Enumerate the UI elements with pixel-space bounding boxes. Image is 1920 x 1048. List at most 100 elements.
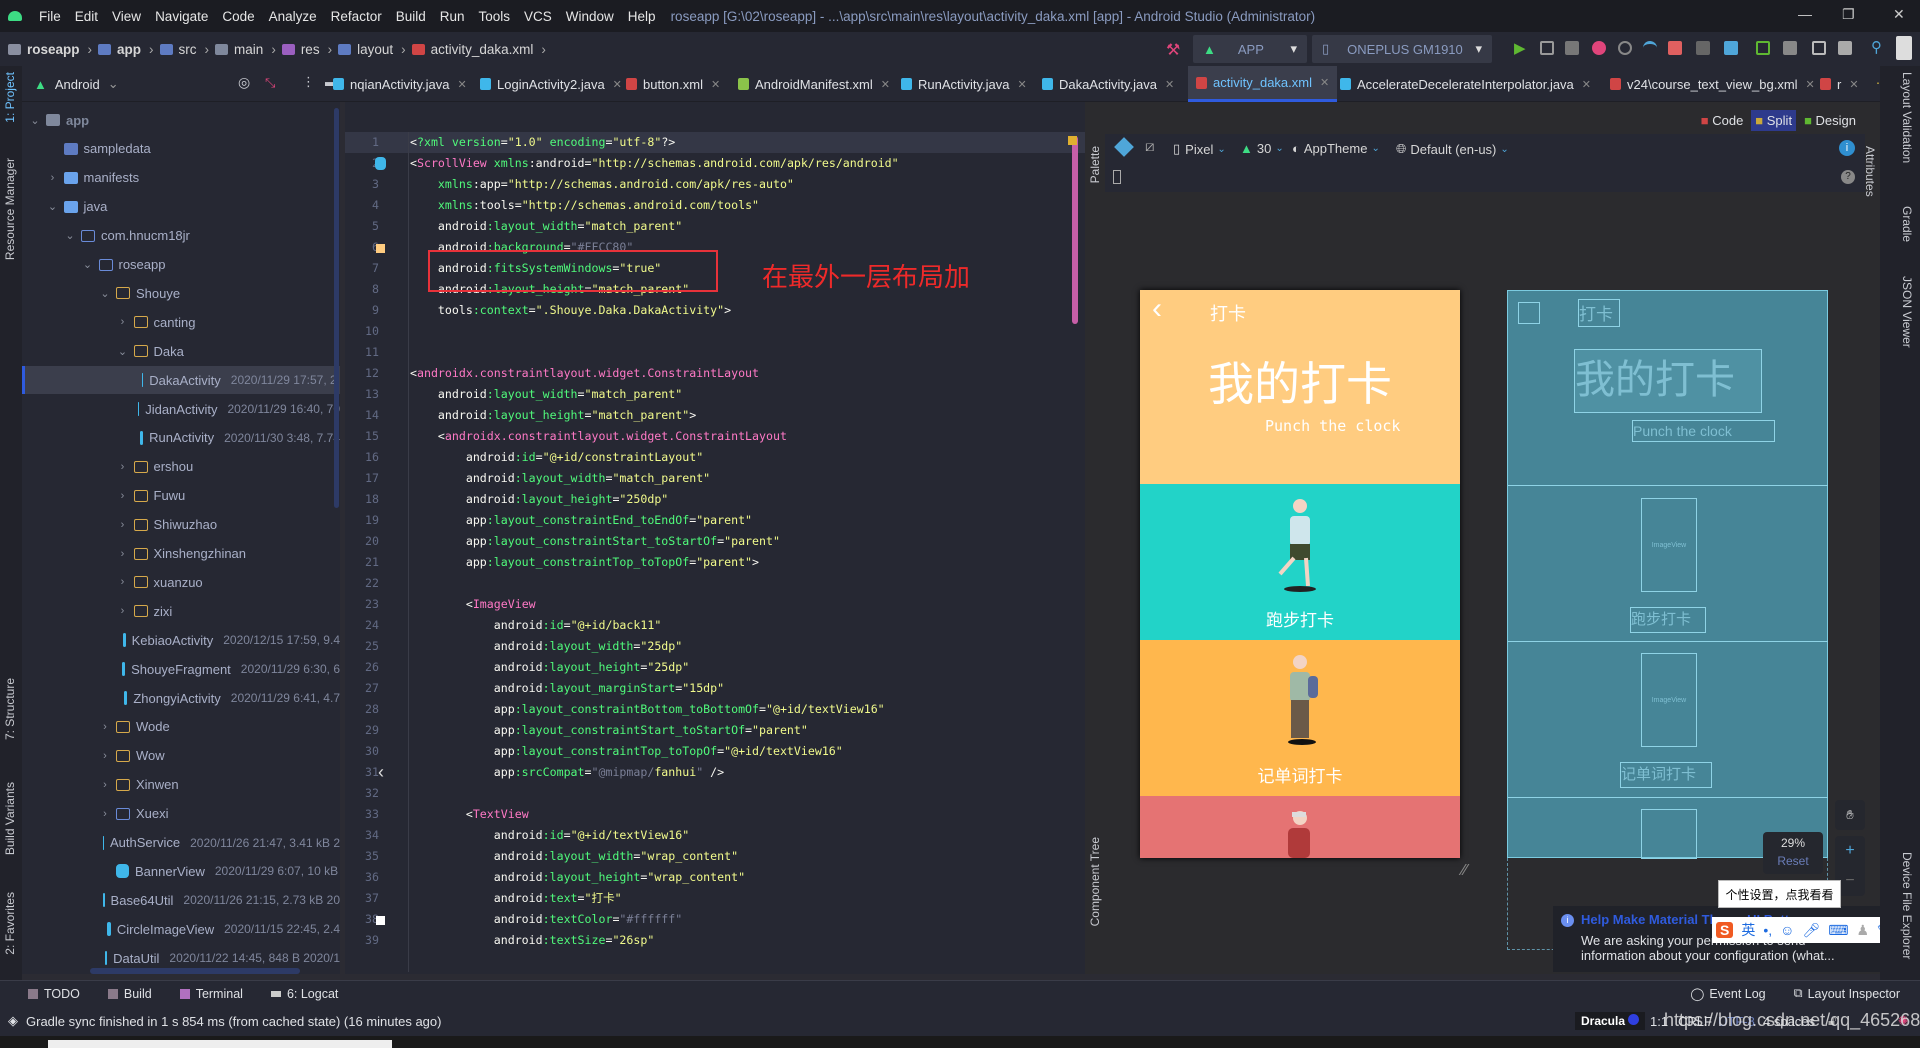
run-checkin-card[interactable]: 跑步打卡 — [1140, 484, 1460, 640]
info-icon[interactable]: i — [1839, 140, 1855, 156]
tab-close-icon[interactable]: ✕ — [1165, 78, 1174, 91]
tab-close-icon[interactable]: ✕ — [1320, 76, 1329, 89]
breadcrumb-item[interactable]: activity_daka.xml › — [411, 42, 546, 57]
menu-file[interactable]: File — [32, 9, 68, 24]
color-swatch-icon[interactable] — [376, 916, 385, 925]
debug-icon[interactable] — [1592, 41, 1606, 55]
search-icon[interactable]: ⚲ — [1871, 38, 1882, 56]
json-viewer-tool-button[interactable]: JSON Viewer — [1900, 276, 1914, 348]
tree-item[interactable]: ⌄ Daka — [22, 337, 340, 365]
tree-item[interactable]: sampledata — [22, 135, 340, 163]
tree-item[interactable]: › Xuexi — [22, 800, 340, 828]
device-select[interactable]: ▯ ONEPLUS GM1910 ▾ — [1312, 35, 1492, 63]
tree-item[interactable]: › ershou — [22, 453, 340, 481]
punctuation-icon[interactable]: •, — [1763, 922, 1772, 938]
palette-tool-button[interactable]: Palette — [1088, 146, 1102, 183]
tree-item[interactable]: › Xinwen — [22, 771, 340, 799]
device-frame-icon[interactable] — [1113, 170, 1121, 184]
tab-close-icon[interactable]: ✕ — [1582, 78, 1591, 91]
build-variants-tool-button[interactable]: Build Variants — [3, 782, 17, 855]
tree-item[interactable]: Base64Util 2020/11/26 21:15, 2.73 kB 20 — [22, 886, 340, 914]
tab-activity-daka-xml[interactable]: activity_daka.xml ✕ — [1188, 66, 1338, 102]
hammer-icon[interactable]: ⚒ — [1166, 40, 1180, 60]
menu-build[interactable]: Build — [389, 9, 433, 24]
user-avatar[interactable] — [1896, 36, 1912, 60]
chevron-right-icon[interactable]: › — [116, 519, 130, 531]
event-log-tool-button[interactable]: ◯ Event Log — [1690, 986, 1765, 1002]
layers-icon[interactable] — [1114, 137, 1134, 157]
tree-item[interactable]: ⌄ java — [22, 193, 340, 221]
menu-code[interactable]: Code — [215, 9, 261, 24]
tree-item[interactable]: ⌄ roseapp — [22, 251, 340, 279]
tree-item[interactable]: JidanActivity 2020/11/29 16:40, 70 — [22, 395, 340, 423]
tree-item[interactable]: › Fuwu — [22, 482, 340, 510]
tab-loginactivity2-java[interactable]: LoginActivity2.java ✕ — [472, 66, 630, 102]
maximize-button[interactable]: ❐ — [1842, 6, 1855, 23]
view-mode-split[interactable]: ■ Split — [1751, 110, 1797, 131]
tree-item[interactable]: › xuanzuo — [22, 568, 340, 596]
tree-item[interactable]: ⌄ Shouye — [22, 279, 340, 307]
layout-validation-tool-button[interactable]: Layout Validation — [1900, 72, 1914, 163]
pan-hand-icon[interactable]: ✋︎ — [1835, 800, 1865, 830]
tree-item[interactable]: › Shiwuzhao — [22, 511, 340, 539]
menu-navigate[interactable]: Navigate — [148, 9, 215, 24]
chevron-down-icon[interactable]: ⌄ — [116, 345, 130, 358]
project-horizontal-scrollbar[interactable] — [90, 968, 300, 974]
class-gutter-icon[interactable] — [375, 157, 386, 170]
tab-button-xml[interactable]: button.xml ✕ — [618, 66, 728, 102]
tab-close-icon[interactable]: ✕ — [881, 78, 890, 91]
api-level-dropdown[interactable]: ▲ 30 ⌄ — [1240, 141, 1284, 156]
menu-view[interactable]: View — [105, 9, 148, 24]
more-options-icon[interactable]: ⋮ — [302, 74, 315, 90]
theme-indicator[interactable]: Dracula — [1575, 1012, 1646, 1030]
tree-item[interactable]: › zixi — [22, 597, 340, 625]
chevron-right-icon[interactable]: › — [116, 490, 130, 502]
warning-indicator-icon[interactable] — [1068, 136, 1077, 145]
device-dropdown[interactable]: ▯ Pixel ⌄ — [1173, 141, 1226, 157]
apply-changes-icon[interactable] — [1540, 41, 1554, 55]
profile-icon[interactable] — [1618, 41, 1632, 55]
project-vertical-scrollbar[interactable] — [334, 108, 339, 508]
emoji-icon[interactable]: ☺ — [1780, 922, 1794, 938]
third-checkin-card[interactable] — [1140, 796, 1460, 858]
chevron-right-icon[interactable]: › — [116, 461, 130, 473]
attach-debugger-icon[interactable] — [1668, 41, 1682, 55]
tree-item[interactable]: › Xinshengzhinan — [22, 540, 340, 568]
locate-target-icon[interactable]: ◎ — [238, 74, 250, 91]
color-swatch-icon[interactable] — [376, 244, 385, 253]
tree-item[interactable]: › Wow — [22, 742, 340, 770]
chevron-right-icon[interactable]: › — [116, 316, 130, 328]
chevron-right-icon[interactable]: › — [98, 779, 112, 791]
menu-run[interactable]: Run — [433, 9, 472, 24]
todo-tool-button[interactable]: TODO — [28, 987, 80, 1001]
tree-item[interactable]: CircleImageView 2020/11/15 22:45, 2.4 — [22, 915, 340, 943]
tab-close-icon[interactable]: ✕ — [711, 78, 720, 91]
terminal-icon[interactable] — [1756, 41, 1770, 55]
menu-refactor[interactable]: Refactor — [324, 9, 389, 24]
chevron-right-icon[interactable]: › — [116, 548, 130, 560]
view-mode-code[interactable]: ■ Code — [1697, 110, 1748, 131]
run-config-select[interactable]: ▲ APP ▾ — [1193, 35, 1307, 63]
orientation-icon[interactable]: ⧄ — [1145, 138, 1155, 155]
tree-item[interactable]: AuthService 2020/11/26 21:47, 3.41 kB 2 — [22, 829, 340, 857]
ime-language-toggle[interactable]: 英 — [1741, 920, 1755, 940]
locale-dropdown[interactable]: 🌐︎ Default (en-us) ⌄ — [1396, 141, 1509, 157]
menu-vcs[interactable]: VCS — [517, 9, 559, 24]
apply-code-icon[interactable] — [1565, 41, 1579, 55]
microphone-icon[interactable]: 🎤︎ — [1802, 922, 1820, 939]
profiler-icon[interactable] — [1643, 41, 1657, 55]
editor-scrollbar[interactable] — [1072, 136, 1078, 324]
component-tree-tool-button[interactable]: Component Tree — [1088, 837, 1102, 926]
build-tool-button[interactable]: Build — [107, 987, 152, 1001]
view-mode-design[interactable]: ■ Design — [1800, 110, 1860, 131]
chevron-down-icon[interactable]: ⌄ — [81, 258, 95, 271]
chevron-right-icon[interactable]: › — [116, 576, 130, 588]
tab-runactivity-java[interactable]: RunActivity.java ✕ — [893, 66, 1035, 102]
keyboard-icon[interactable]: ⌨ — [1828, 922, 1848, 939]
sync-gradle-icon[interactable] — [1783, 41, 1797, 55]
tree-item[interactable]: › manifests — [22, 164, 340, 192]
breadcrumb-item[interactable]: layout › — [338, 42, 406, 57]
help-icon[interactable]: ? — [1841, 170, 1855, 184]
tab-dakaactivity-java[interactable]: DakaActivity.java ✕ — [1034, 66, 1182, 102]
resize-handle-icon[interactable]: ⁄⁄ — [1462, 862, 1467, 880]
